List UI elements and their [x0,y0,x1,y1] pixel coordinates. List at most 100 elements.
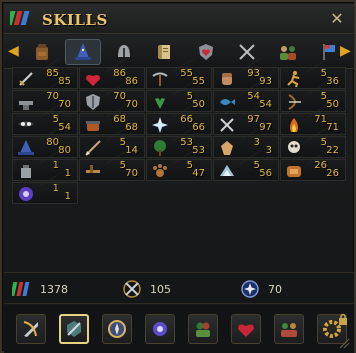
current-level: 93 [247,68,260,79]
skill-hunter[interactable]: 5 47 [146,150,212,181]
skill-firemaking[interactable]: 71 71 [280,104,346,135]
skill-construction[interactable]: 5 70 [79,150,145,181]
defence-icon [86,94,100,110]
constitution-icon [86,75,100,86]
ribbon-skills-button[interactable] [59,314,89,344]
total-level: 1378 [12,279,68,299]
cooking-icon [86,121,100,131]
current-level: 97 [247,114,260,125]
skill-herblore[interactable]: 5 50 [146,81,212,112]
combat-icon [23,321,38,337]
skill-constitution[interactable]: 86 86 [79,58,145,89]
ribbon-heart-button[interactable] [231,314,261,344]
skills-grid: 85 85 86 86 55 55 93 93 5 36 70 70 70 70 5 50 54 54 5 50 5 54… [12,58,348,229]
combat-level-icon [123,280,141,298]
strength-icon [222,73,232,85]
skill-woodcutting[interactable]: 53 53 [146,127,212,158]
tab-skills[interactable] [65,39,101,65]
skill-crafting[interactable]: 97 97 [213,104,279,135]
powers-icon [153,322,167,336]
skill-magic[interactable]: 80 80 [12,127,78,158]
runecrafting-icon [221,141,233,155]
current-level: 53 [180,137,193,148]
crafting-icon [220,118,234,132]
skill-smithing[interactable]: 70 70 [12,81,78,112]
smithing-icon [19,101,33,110]
friends-icon [196,322,210,337]
base-level: 56 [259,168,272,179]
base-level: 1 [64,191,71,202]
attack-icon [19,72,33,86]
thieving-icon [18,121,34,127]
woodcutting-icon [154,140,166,156]
farming-icon [21,165,31,178]
skill-fletching[interactable]: 5 14 [79,127,145,158]
skill-mining[interactable]: 55 55 [146,58,212,89]
base-level: 47 [192,168,205,179]
title-bar[interactable]: SKILLS ✕ [4,4,354,34]
ribbon-combat-button[interactable] [16,314,46,344]
base-level: 70 [125,168,138,179]
mining-icon [152,72,168,86]
hunter-icon [153,164,167,177]
window-title: SKILLS [42,11,108,29]
current-level: 86 [113,68,126,79]
skill-runecrafting[interactable]: 33 [213,127,279,158]
heart-icon [238,324,254,337]
current-level: 85 [46,68,59,79]
scroll-left-icon[interactable]: ◀ [8,43,19,59]
backpack-icon [36,44,48,60]
scroll-right-icon[interactable]: ▶ [340,43,351,59]
ribbon-compass-button[interactable] [102,314,132,344]
current-level: 54 [247,91,260,102]
skill-agility[interactable]: 5 36 [280,58,346,89]
ribbon-friends-button[interactable] [188,314,218,344]
tab-quests[interactable] [147,39,183,65]
slayer-icon [288,141,300,153]
prayer-points-value: 70 [268,282,282,296]
skill-ranged[interactable]: 5 50 [280,81,346,112]
skill-cooking[interactable]: 68 68 [79,104,145,135]
skill-thieving[interactable]: 5 54 [12,104,78,135]
skill-prayer[interactable]: 66 66 [146,104,212,135]
prayer-points-icon [241,280,259,298]
wizard-hat-icon [75,43,91,60]
resize-handle-icon[interactable] [338,337,350,349]
skills-icon [67,321,81,337]
fletching-icon [85,140,101,156]
skill-divination[interactable]: 11 [12,173,78,204]
current-level: 70 [46,91,59,102]
construction-icon [86,165,100,173]
current-level: 80 [46,137,59,148]
magic-icon [18,140,34,155]
total-level-icon [12,282,30,296]
compass-icon [108,320,126,338]
tab-group[interactable] [270,39,306,65]
divination-icon [19,187,33,201]
herblore-icon [155,98,165,109]
skill-attack[interactable]: 85 85 [12,58,78,89]
skill-fishing[interactable]: 54 54 [213,81,279,112]
combat-level: 105 [122,279,171,299]
skill-strength[interactable]: 93 93 [213,58,279,89]
current-level: 70 [113,91,126,102]
fishing-icon [220,99,235,105]
skill-summoning[interactable]: 5 56 [213,150,279,181]
bottom-ribbon [4,305,354,353]
stats-bar: 1378 105 70 [4,272,354,304]
lock-icon[interactable] [338,313,348,325]
ribbon-powers-button[interactable] [145,314,175,344]
dungeoneering-icon [287,166,301,177]
prayer-icon [152,117,168,133]
close-button[interactable]: ✕ [328,10,346,28]
firemaking-icon [290,118,298,132]
flag-icon [323,44,335,60]
ribbon-social-button[interactable] [274,314,304,344]
current-level: 1 [52,160,59,171]
skill-dungeoneering[interactable]: 26 26 [280,150,346,181]
skill-farming[interactable]: 11 [12,150,78,181]
total-level-value: 1378 [40,282,68,296]
current-level: 26 [314,160,327,171]
skill-defence[interactable]: 70 70 [79,81,145,112]
skill-slayer[interactable]: 5 22 [280,127,346,158]
